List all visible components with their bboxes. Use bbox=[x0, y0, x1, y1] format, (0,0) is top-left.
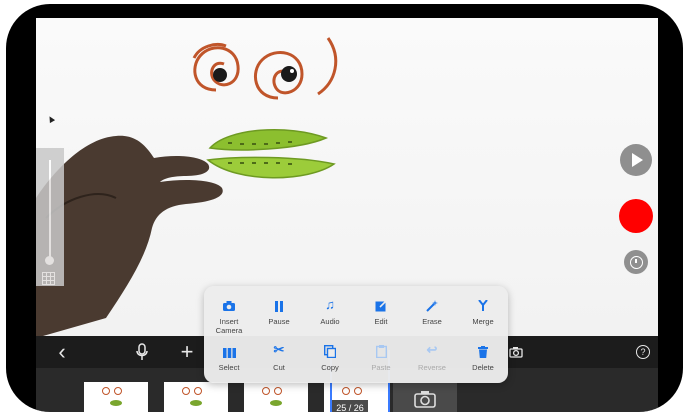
add-frame-button[interactable]: + bbox=[175, 336, 199, 368]
frame-edit-menu: Insert Camera Pause ♫ Audio Edit Erase M… bbox=[204, 286, 508, 383]
help-icon: ? bbox=[636, 345, 650, 359]
delete-button[interactable]: Delete bbox=[458, 338, 508, 382]
timer-button[interactable] bbox=[624, 250, 648, 274]
edit-icon bbox=[375, 292, 387, 312]
reverse-icon: ↩ bbox=[426, 342, 438, 357]
paste-icon bbox=[375, 338, 387, 358]
timer-icon bbox=[629, 255, 643, 269]
pause-button[interactable]: Pause bbox=[254, 292, 304, 336]
drawn-eyes bbox=[192, 37, 338, 100]
play-button[interactable] bbox=[620, 144, 652, 176]
paste-label: Paste bbox=[371, 363, 391, 372]
merge-label: Merge bbox=[472, 317, 494, 326]
pause-icon bbox=[274, 292, 284, 312]
help-button[interactable]: ? bbox=[634, 336, 652, 368]
copy-icon bbox=[324, 338, 336, 358]
cut-button[interactable]: ✂ Cut bbox=[254, 338, 304, 382]
camera-icon bbox=[222, 292, 236, 312]
merge-icon bbox=[477, 292, 489, 312]
reverse-label: Reverse bbox=[418, 363, 446, 372]
reverse-button[interactable]: ↩ Reverse bbox=[407, 338, 457, 382]
frame-thumbnail[interactable] bbox=[164, 382, 228, 412]
slider-knob[interactable] bbox=[45, 256, 54, 265]
magic-wand-icon bbox=[426, 292, 438, 312]
copy-label: Copy bbox=[321, 363, 339, 372]
audio-button[interactable]: ♫ Audio bbox=[305, 292, 355, 336]
scissors-icon: ✂ bbox=[273, 342, 285, 357]
audio-label: Audio bbox=[320, 317, 340, 326]
copy-button[interactable]: Copy bbox=[305, 338, 355, 382]
trash-icon bbox=[478, 338, 488, 358]
frame-thumbnail[interactable] bbox=[84, 382, 148, 412]
music-note-icon: ♫ bbox=[325, 297, 335, 312]
leaf-mouth bbox=[206, 128, 336, 179]
grid-icon[interactable] bbox=[42, 272, 55, 285]
camera-frame-slot[interactable] bbox=[393, 382, 457, 412]
insert-camera-button[interactable]: Insert Camera bbox=[204, 292, 254, 336]
select-frames-icon bbox=[222, 338, 236, 358]
select-label: Select bbox=[218, 363, 240, 372]
edit-button[interactable]: Edit bbox=[356, 292, 406, 336]
pause-label: Pause bbox=[268, 317, 290, 326]
edit-label: Edit bbox=[374, 317, 388, 326]
erase-button[interactable]: Erase bbox=[407, 292, 457, 336]
camera-icon bbox=[414, 391, 436, 408]
microphone-icon[interactable] bbox=[130, 336, 154, 368]
camera-small-icon[interactable] bbox=[506, 336, 526, 368]
record-button[interactable] bbox=[619, 199, 653, 233]
delete-label: Delete bbox=[472, 363, 494, 372]
insert-camera-label: Insert Camera bbox=[215, 317, 243, 335]
slider-track bbox=[49, 160, 51, 260]
cut-label: Cut bbox=[273, 363, 285, 372]
chevron-left-icon[interactable]: ‹ bbox=[50, 336, 74, 368]
frame-thumbnail[interactable] bbox=[244, 382, 308, 412]
merge-button[interactable]: Merge bbox=[458, 292, 508, 336]
select-button[interactable]: Select bbox=[204, 338, 254, 382]
onion-skin-slider[interactable] bbox=[36, 148, 64, 286]
frame-counter: 25 / 26 bbox=[332, 400, 368, 412]
paste-button[interactable]: Paste bbox=[356, 338, 406, 382]
erase-label: Erase bbox=[422, 317, 442, 326]
